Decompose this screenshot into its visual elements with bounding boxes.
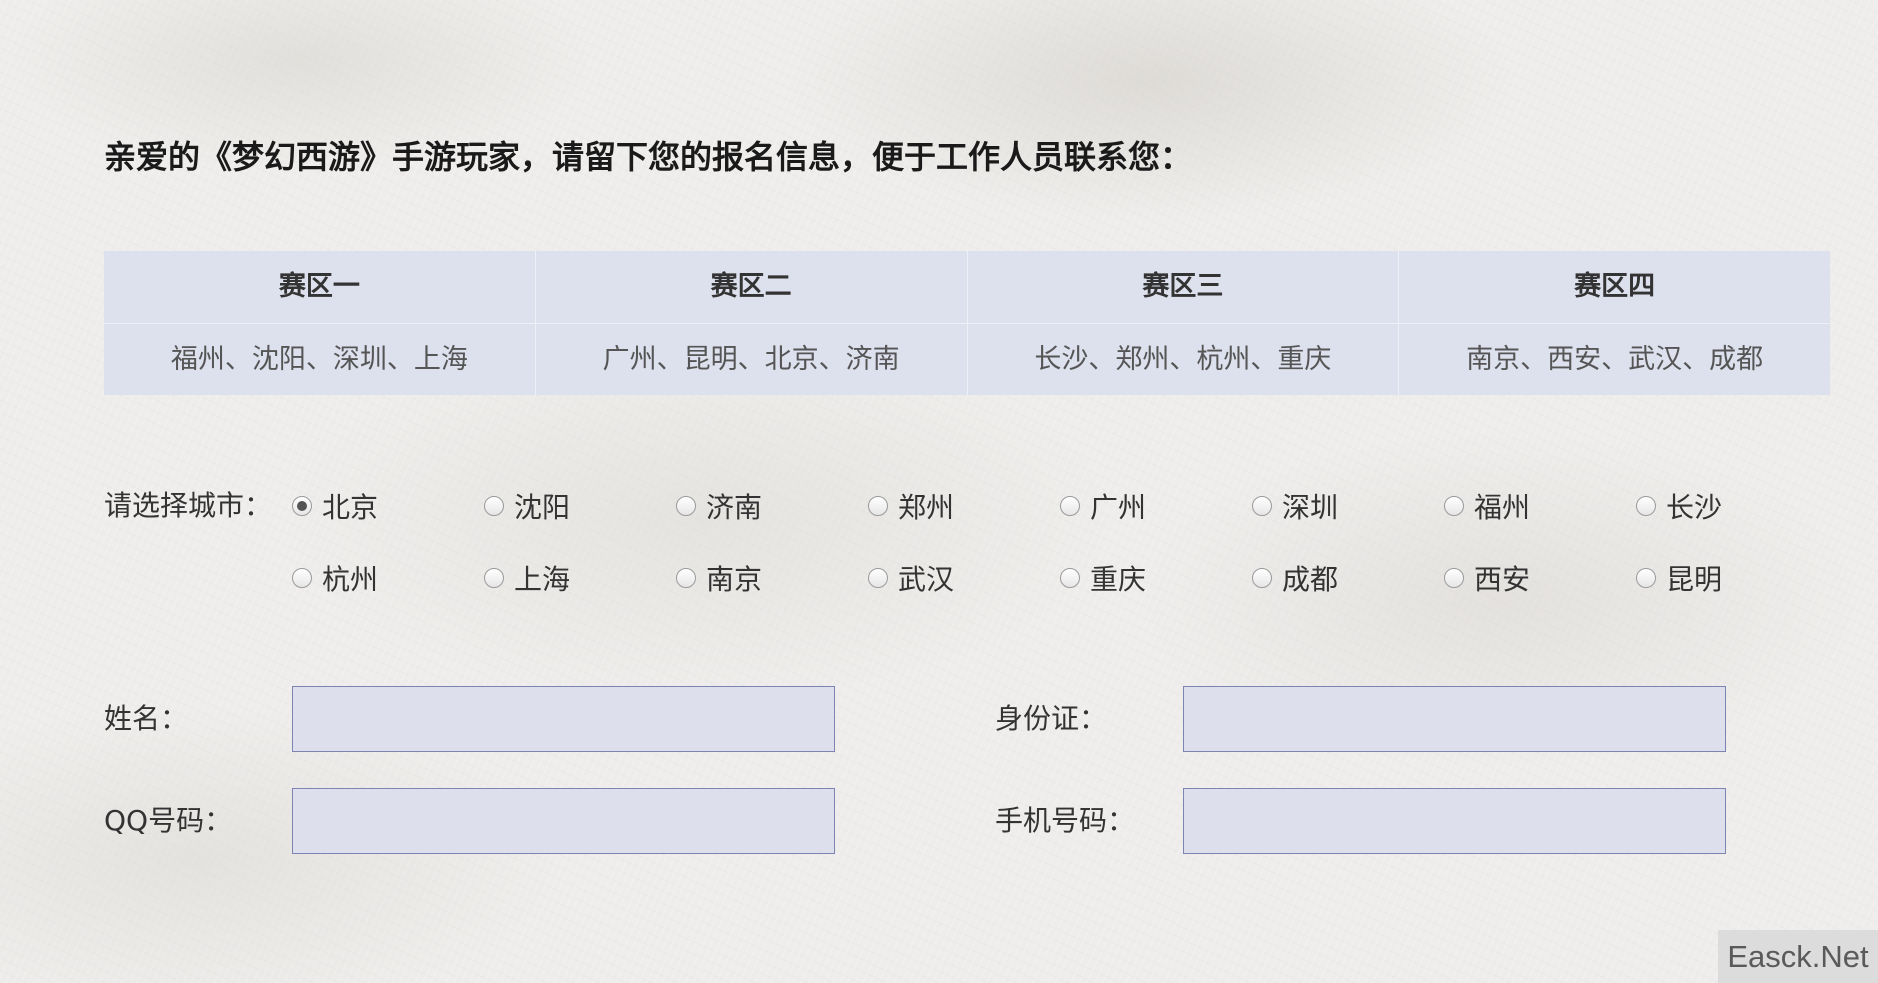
city-radio-option[interactable]: 重庆 bbox=[1060, 556, 1146, 600]
zone-cities: 南京、西安、武汉、成都 bbox=[1466, 344, 1764, 375]
qq-input[interactable] bbox=[292, 788, 835, 854]
phone-label: 手机号码： bbox=[995, 804, 1136, 837]
name-input[interactable] bbox=[292, 686, 835, 752]
zone-title: 赛区三 bbox=[967, 251, 1399, 324]
zone-column-2: 赛区二 广州、昆明、北京、济南 bbox=[535, 251, 968, 395]
city-option-label: 沈阳 bbox=[514, 491, 571, 524]
radio-button-icon[interactable] bbox=[484, 496, 504, 516]
radio-button-icon[interactable] bbox=[868, 568, 888, 588]
city-option-label: 福州 bbox=[1474, 491, 1531, 524]
city-option-label: 南京 bbox=[706, 563, 763, 596]
zone-title: 赛区一 bbox=[104, 251, 535, 324]
zone-column-4: 赛区四 南京、西安、武汉、成都 bbox=[1399, 251, 1830, 395]
city-option-label: 深圳 bbox=[1282, 491, 1339, 524]
city-select-label: 请选择城市： bbox=[104, 489, 273, 522]
radio-button-icon[interactable] bbox=[676, 496, 696, 516]
name-label: 姓名： bbox=[104, 702, 189, 735]
id-card-label: 身份证： bbox=[995, 702, 1108, 735]
radio-button-icon[interactable] bbox=[1444, 568, 1464, 588]
radio-button-icon[interactable] bbox=[292, 496, 312, 516]
zone-column-3: 赛区三 长沙、郑州、杭州、重庆 bbox=[967, 251, 1400, 395]
page-heading: 亲爱的《梦幻西游》手游玩家，请留下您的报名信息，便于工作人员联系您： bbox=[104, 138, 1193, 176]
city-option-label: 北京 bbox=[322, 491, 379, 524]
phone-input[interactable] bbox=[1183, 788, 1726, 854]
city-radio-option[interactable]: 长沙 bbox=[1636, 484, 1722, 528]
city-option-label: 成都 bbox=[1282, 563, 1339, 596]
zone-title: 赛区二 bbox=[535, 251, 967, 324]
city-radio-option[interactable]: 成都 bbox=[1252, 556, 1338, 600]
city-radio-option[interactable]: 武汉 bbox=[868, 556, 954, 600]
zone-cities: 广州、昆明、北京、济南 bbox=[602, 344, 900, 375]
city-radio-option[interactable]: 昆明 bbox=[1636, 556, 1722, 600]
city-option-label: 济南 bbox=[706, 491, 763, 524]
city-radio-option[interactable]: 上海 bbox=[484, 556, 570, 600]
city-option-label: 重庆 bbox=[1090, 563, 1147, 596]
radio-button-icon[interactable] bbox=[292, 568, 312, 588]
radio-button-icon[interactable] bbox=[1060, 568, 1080, 588]
radio-button-icon[interactable] bbox=[868, 496, 888, 516]
radio-button-icon[interactable] bbox=[1636, 568, 1656, 588]
radio-button-icon[interactable] bbox=[1252, 496, 1272, 516]
id-card-input[interactable] bbox=[1183, 686, 1726, 752]
city-option-label: 上海 bbox=[514, 563, 571, 596]
city-radio-option[interactable]: 沈阳 bbox=[484, 484, 570, 528]
city-radio-option[interactable]: 杭州 bbox=[292, 556, 378, 600]
radio-button-icon[interactable] bbox=[484, 568, 504, 588]
city-option-label: 郑州 bbox=[898, 491, 955, 524]
city-option-label: 长沙 bbox=[1666, 491, 1723, 524]
radio-button-icon[interactable] bbox=[1444, 496, 1464, 516]
zone-title: 赛区四 bbox=[1399, 251, 1830, 324]
city-radio-option[interactable]: 广州 bbox=[1060, 484, 1146, 528]
city-option-label: 杭州 bbox=[322, 563, 379, 596]
city-radio-option[interactable]: 济南 bbox=[676, 484, 762, 528]
qq-label: QQ号码： bbox=[104, 804, 233, 837]
city-option-label: 武汉 bbox=[898, 563, 955, 596]
city-radio-option[interactable]: 西安 bbox=[1444, 556, 1530, 600]
city-radio-option[interactable]: 福州 bbox=[1444, 484, 1530, 528]
zone-cities: 长沙、郑州、杭州、重庆 bbox=[1034, 344, 1332, 375]
zone-cities: 福州、沈阳、深圳、上海 bbox=[170, 344, 468, 375]
city-radio-option[interactable]: 南京 bbox=[676, 556, 762, 600]
city-option-label: 广州 bbox=[1090, 491, 1147, 524]
city-radio-option[interactable]: 深圳 bbox=[1252, 484, 1338, 528]
site-watermark: Easck.Net bbox=[1718, 930, 1878, 983]
radio-button-icon[interactable] bbox=[676, 568, 696, 588]
radio-button-icon[interactable] bbox=[1252, 568, 1272, 588]
city-radio-option[interactable]: 郑州 bbox=[868, 484, 954, 528]
zone-column-1: 赛区一 福州、沈阳、深圳、上海 bbox=[104, 251, 536, 395]
radio-button-icon[interactable] bbox=[1060, 496, 1080, 516]
city-option-label: 昆明 bbox=[1666, 563, 1723, 596]
city-option-label: 西安 bbox=[1474, 563, 1531, 596]
zone-table: 赛区一 福州、沈阳、深圳、上海 赛区二 广州、昆明、北京、济南 赛区三 长沙、郑… bbox=[104, 251, 1830, 395]
city-radio-option[interactable]: 北京 bbox=[292, 484, 378, 528]
radio-button-icon[interactable] bbox=[1636, 496, 1656, 516]
